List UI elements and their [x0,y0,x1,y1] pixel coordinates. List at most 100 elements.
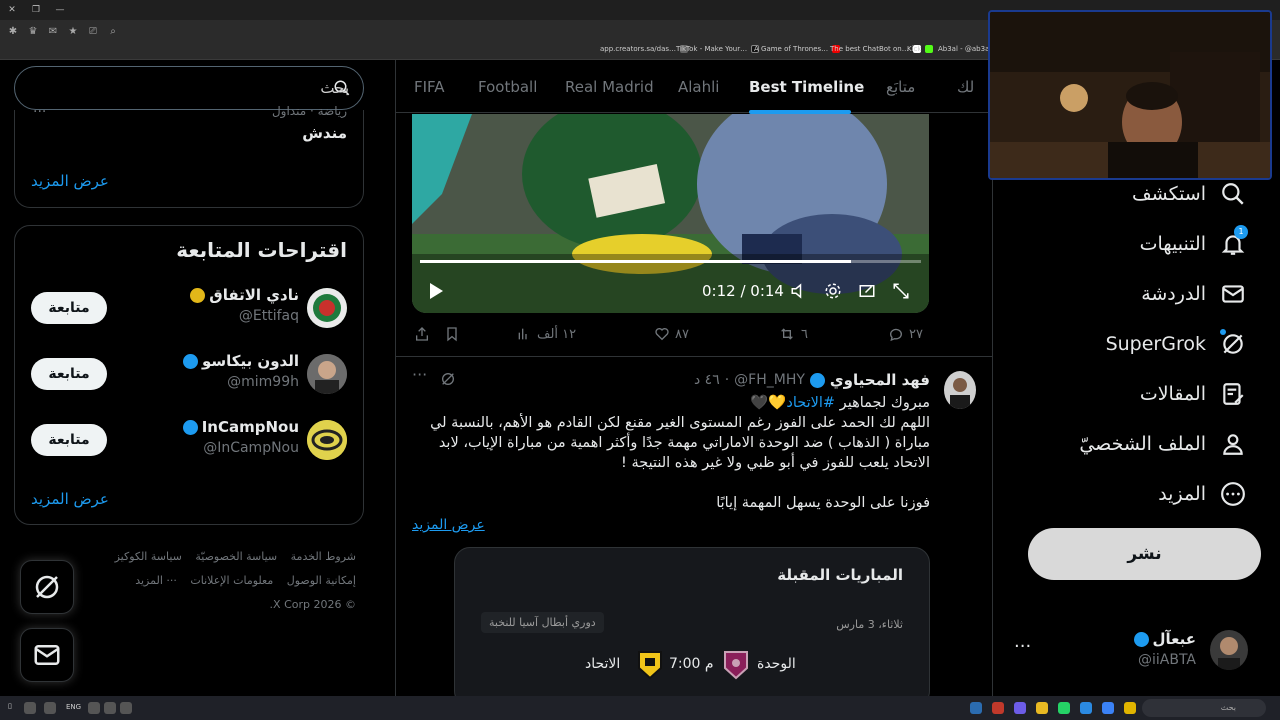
nav-profile[interactable]: الملف الشخصيّ [1079,424,1246,464]
volume-icon[interactable] [790,282,808,300]
video-progress-track[interactable] [420,260,921,263]
footer-link[interactable]: سياسة الكوكيز [115,550,182,563]
follow-suggestion[interactable]: متابعة الدون بيكاسو @mim99h [15,348,363,408]
views-count[interactable]: ١٢ ألف [516,326,576,342]
follow-button[interactable]: متابعة [31,358,107,390]
tweet-handle[interactable]: @FH_MHY [734,372,805,388]
avatar[interactable] [307,354,347,394]
settings-gear-icon[interactable] [824,282,842,300]
bell-icon: 1 [1220,225,1248,257]
match-row[interactable]: الاتحاد 7:00 م الوحدة [455,648,931,684]
account-more-icon[interactable]: ··· [1014,636,1031,657]
footer-link[interactable]: إمكانية الوصول [287,574,356,587]
footer-link[interactable]: معلومات الإعلانات [190,574,273,587]
picture-in-picture-icon[interactable] [858,282,876,300]
tab-real-madrid[interactable]: Real Madrid [565,78,654,96]
more-options-icon[interactable]: ··· [412,365,427,384]
retweet-button[interactable]: ٦ [778,326,808,342]
footer-link[interactable]: شروط الخدمة [291,550,356,563]
tab-football[interactable]: Football [478,78,537,96]
tweet-action-bar: ١٢ ألف ٨٧ ٦ ٢٧ [396,324,992,354]
nav-notifications[interactable]: 1 التنبيهات [1140,224,1248,264]
verified-badge-icon [1133,631,1149,647]
bookmark-item[interactable]: app.creators.sa/das… [600,45,689,53]
whatsapp-icon[interactable] [1058,702,1070,714]
extension-icon[interactable]: ✱ [6,26,20,37]
messages-float-button[interactable] [20,628,74,682]
show-more-link[interactable]: عرض المزيد [412,517,485,533]
footer-link[interactable]: ··· المزيد [135,574,177,587]
trends-show-more-link[interactable]: عرض المزيد [31,172,109,190]
tweet-author[interactable]: فهد المحياوي [830,371,930,389]
clock: ▯ [8,702,12,710]
fullscreen-icon[interactable] [892,282,910,300]
trend-more-icon[interactable]: ··· [33,104,46,120]
tab-alahli[interactable]: Alahli [678,78,719,96]
follow-button[interactable]: متابعة [31,424,107,456]
views-chart-icon [518,328,527,340]
zoom-icon[interactable]: ⌕ [106,26,120,37]
nav-supergrok[interactable]: SuperGrok [1106,324,1246,364]
post-button[interactable]: نشر [1028,528,1261,580]
follow-button[interactable]: متابعة [31,292,107,324]
app-icon[interactable] [1102,702,1114,714]
app-icon[interactable] [992,702,1004,714]
bookmark-item[interactable]: Kick [907,45,934,53]
avatar[interactable] [307,420,347,460]
chrome-icon[interactable] [1036,702,1048,714]
like-button[interactable]: ٨٧ [654,326,689,342]
minimize-window-icon[interactable]: — [48,5,72,15]
tweet[interactable]: ··· ٤٦ د · @FH_MHY فهد المحياوي مبروك لج… [396,356,992,696]
search-placeholder: بحث [320,79,349,97]
reply-button[interactable]: ٢٧ [888,326,923,342]
bookmark-button[interactable] [444,326,460,342]
tray-icon[interactable] [24,702,36,714]
language-indicator[interactable]: ENG [66,703,81,711]
folder-icon[interactable] [1124,702,1136,714]
tray-icon[interactable] [44,702,56,714]
verified-badge-icon [809,372,825,388]
grok-float-button[interactable] [20,560,74,614]
bookmark-item[interactable]: TikTok - Make Your… [676,45,760,53]
tab-best-timeline[interactable]: Best Timeline [749,78,864,96]
star-icon[interactable]: ★ [66,26,80,37]
nav-chat[interactable]: الدردشة [1141,274,1246,314]
bookmark-item[interactable]: A Game of Thrones… [754,45,841,53]
video-player[interactable]: 0:12 / 0:14 [412,114,929,313]
cast-icon[interactable]: ⎚ [86,26,100,37]
account-switcher[interactable]: ··· عبعآل @iiABTA [994,624,1280,674]
restore-window-icon[interactable]: ❐ [24,5,48,15]
extension-icon[interactable]: ♛ [26,26,40,37]
tweet-time[interactable]: ٤٦ د [694,372,720,388]
grok-icon[interactable] [440,371,456,387]
mic-icon[interactable] [88,702,100,714]
tab-for-you[interactable]: لك [957,78,974,96]
chevron-up-icon[interactable] [120,702,132,714]
nav-articles[interactable]: المقالات [1140,374,1246,414]
account-handle: @Ettifaq [238,308,299,324]
avatar[interactable] [944,371,976,409]
discord-icon[interactable] [1014,702,1026,714]
trend-item[interactable]: مندش [302,124,347,142]
tab-fifa[interactable]: FIFA [414,78,445,96]
share-button[interactable] [414,326,430,342]
nav-explore[interactable]: استكشف [1132,174,1246,214]
app-icon[interactable] [1080,702,1092,714]
play-icon[interactable] [428,282,444,300]
follow-show-more-link[interactable]: عرض المزيد [31,490,109,508]
follow-suggestion[interactable]: متابعة نادي الاتفاق @Ettifaq [15,282,363,342]
footer-link[interactable]: سياسة الخصوصيّة [195,550,277,563]
who-to-follow-panel: اقتراحات المتابعة متابعة نادي الاتفاق @E… [14,225,364,525]
steam-icon[interactable] [970,702,982,714]
nav-more[interactable]: المزيد [1158,474,1246,514]
upcoming-matches-card[interactable]: المباريات المقبلة دوري أبطال آسيا للنخبة… [454,547,930,696]
extension-icon[interactable]: ✉ [46,26,60,37]
close-window-icon[interactable]: ✕ [0,5,24,15]
hashtag-link[interactable]: #الاتحاد [786,395,835,411]
tab-following[interactable]: متابَع [886,78,915,96]
verified-gold-badge-icon [190,287,206,303]
avatar[interactable] [307,288,347,328]
wifi-icon[interactable] [104,702,116,714]
taskbar-search[interactable]: بحث [1142,699,1266,717]
follow-suggestion[interactable]: متابعة InCampNou @InCampNou [15,414,363,474]
